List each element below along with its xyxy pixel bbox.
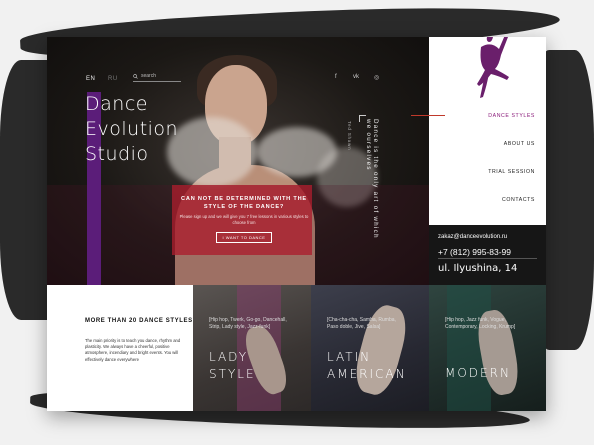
lang-ru[interactable]: RU xyxy=(108,76,118,82)
style-card-modern[interactable]: [Hip hop, Jazz funk, Vogue, Contemporary… xyxy=(429,285,546,411)
style-name-line: LADY xyxy=(209,350,249,364)
active-indicator xyxy=(411,115,445,116)
info-text: The main priority is to teach you dance,… xyxy=(85,338,181,362)
search-input[interactable]: search xyxy=(133,73,181,82)
style-name-line: STYLE xyxy=(209,367,256,381)
nav-contacts[interactable]: CONTACTS xyxy=(502,197,535,203)
nav-dance-styles[interactable]: DANCE STYLES xyxy=(488,113,535,119)
style-list: [Hip hop, Twerk, Go-go, Dancehall, Strip… xyxy=(209,317,287,330)
style-name: LADY STYLE xyxy=(209,349,256,383)
instagram-icon[interactable]: ◎ xyxy=(374,74,379,81)
contact-block: zakaz@danceevolution.ru +7 (812) 995-83-… xyxy=(429,225,546,285)
title-line: Evolution xyxy=(85,118,179,140)
page-title: Dance Evolution Studio xyxy=(85,92,178,167)
ballerina-logo-icon[interactable] xyxy=(459,37,519,109)
facebook-icon[interactable]: f xyxy=(335,74,337,80)
nav-about-us[interactable]: ABOUT US xyxy=(504,141,535,147)
powder-effect xyxy=(167,117,257,187)
promo-heading: CAN NOT BE DETERMINED WITH THE STYLE OF … xyxy=(181,196,307,210)
search-icon xyxy=(133,73,138,79)
style-list: [Cha-cha-cha, Samba, Rumba, Paso doble, … xyxy=(327,317,396,330)
style-name-line: LATIN xyxy=(327,350,372,364)
lang-en[interactable]: EN xyxy=(86,76,95,82)
info-title: MORE THAN 20 DANCE STYLES xyxy=(85,318,193,324)
style-card-lady[interactable]: [Hip hop, Twerk, Go-go, Dancehall, Strip… xyxy=(193,285,311,411)
style-name-line: MODERN xyxy=(445,366,511,380)
info-card: MORE THAN 20 DANCE STYLES The main prior… xyxy=(47,285,193,411)
style-name: MODERN xyxy=(445,365,511,382)
style-name: LATIN AMERICAN xyxy=(327,349,407,383)
website-mockup: EN RU search f vk ◎ Dance Evolution Stud… xyxy=(47,37,546,411)
contact-phone[interactable]: +7 (812) 995-83-99 xyxy=(438,247,511,257)
contact-address: ul. Ilyushina, 14 xyxy=(438,263,518,274)
quote-author: Ted Shawn xyxy=(347,121,352,151)
title-line: Dance xyxy=(85,93,148,115)
style-list: [Hip hop, Jazz funk, Vogue, Contemporary… xyxy=(445,317,516,330)
cta-button[interactable]: I WANT TO DANCE xyxy=(215,232,273,243)
promo-box: CAN NOT BE DETERMINED WITH THE STYLE OF … xyxy=(177,195,311,244)
main-nav: DANCE STYLES ABOUT US TRIAL SESSION CONT… xyxy=(411,37,546,225)
nav-trial-session[interactable]: TRIAL SESSION xyxy=(488,169,535,175)
vk-icon[interactable]: vk xyxy=(353,74,359,80)
style-card-latin[interactable]: [Cha-cha-cha, Samba, Rumba, Paso doble, … xyxy=(311,285,429,411)
style-name-line: AMERICAN xyxy=(327,367,407,381)
contact-email[interactable]: zakaz@danceevolution.ru xyxy=(438,234,507,240)
hero-quote: Dance is the only art of which we oursel… xyxy=(365,119,379,239)
promo-subtext: Please sign up and we will give you 7 fr… xyxy=(179,214,309,225)
search-placeholder: search xyxy=(141,73,157,79)
divider xyxy=(438,258,537,259)
title-line: Studio xyxy=(85,143,149,165)
